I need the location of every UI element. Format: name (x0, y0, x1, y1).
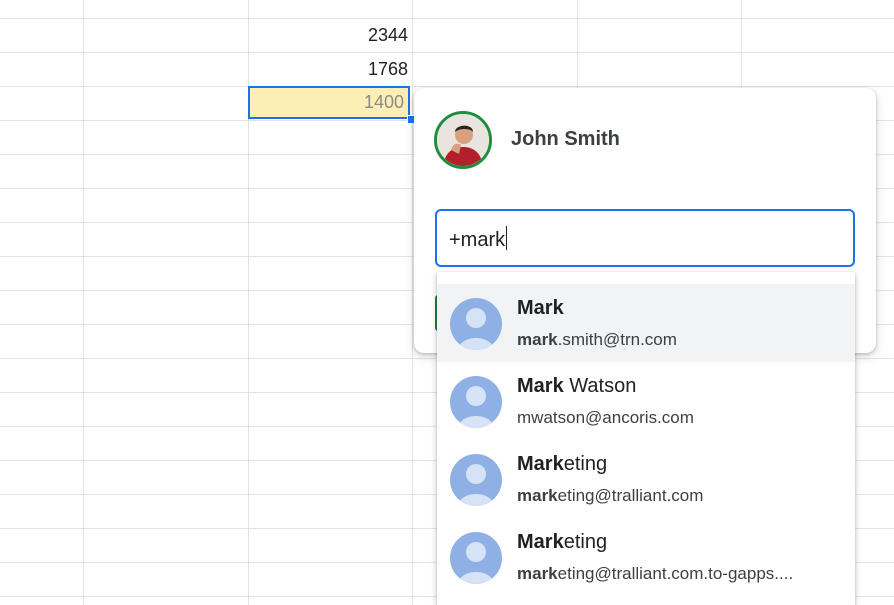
suggestion-name: Mark Watson (517, 375, 637, 397)
profile-photo-icon (437, 114, 489, 166)
suggestion-name: Marketing (517, 531, 608, 553)
suggestion-email: marketing@tralliant.com.to-gapps.... (517, 564, 794, 583)
selected-cell-value: 1400 (363, 92, 404, 112)
person-placeholder-icon (450, 298, 502, 350)
mention-suggestions: Mark mark.smith@trn.com Mark Watson mwat… (437, 272, 855, 605)
suggestion-name: Mark (517, 297, 564, 319)
person-placeholder-icon (450, 532, 502, 584)
suggestion-email: mark.smith@trn.com (517, 330, 677, 349)
cell-value[interactable]: 1768 (249, 53, 408, 86)
selected-cell[interactable]: 1400 (248, 86, 410, 119)
user-avatar (434, 111, 492, 169)
suggestion-item[interactable]: Marketing marketing@tralliant.com (437, 440, 855, 518)
suggestion-email: marketing@tralliant.com (517, 486, 704, 505)
person-placeholder-icon (450, 376, 502, 428)
suggestion-item[interactable]: Mark Watson mwatson@ancoris.com (437, 362, 855, 440)
suggestion-item[interactable]: Mark mark.smith@trn.com (437, 284, 855, 362)
comment-input-text: +mark (449, 226, 508, 252)
comment-input[interactable]: +mark (435, 209, 855, 267)
row-divider (0, 52, 894, 53)
text-caret (506, 226, 508, 250)
suggestion-email: mwatson@ancoris.com (517, 408, 694, 427)
column-divider (412, 0, 413, 605)
suggestion-name: Marketing (517, 453, 608, 475)
user-name: John Smith (511, 128, 620, 150)
suggestion-item[interactable]: Marketing marketing@tralliant.com.to-gap… (437, 518, 855, 596)
cell-value[interactable]: 2344 (249, 19, 408, 52)
row-divider (0, 86, 894, 87)
column-divider (83, 0, 84, 605)
row-divider (0, 18, 894, 19)
person-placeholder-icon (450, 454, 502, 506)
